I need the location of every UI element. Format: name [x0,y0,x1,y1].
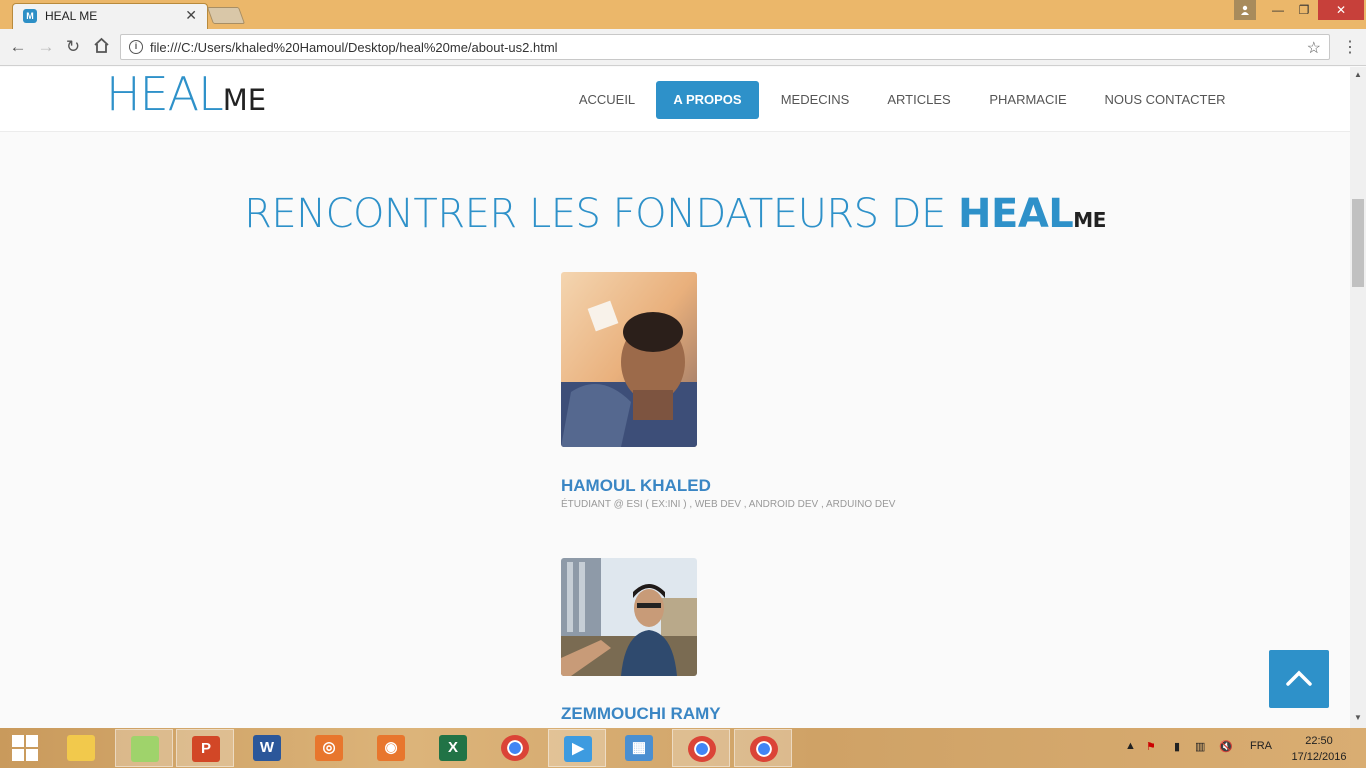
show-hidden-icons-icon[interactable]: ▲ [1125,740,1136,752]
minimize-window-icon[interactable]: — [1266,0,1290,20]
powerpoint-icon: P [192,736,220,762]
member-photo [561,558,697,676]
tab-close-icon[interactable]: ✕ [185,7,197,24]
chevron-up-icon [1286,670,1312,686]
scrollbar-thumb[interactable] [1352,199,1364,287]
taskbar-powerpoint[interactable]: P [176,729,234,767]
taskbar-chrome-active[interactable] [672,729,730,767]
network-icon[interactable]: ▥ [1195,740,1205,753]
scroll-down-arrow-icon[interactable]: ▼ [1354,713,1362,722]
taskbar-camera-app[interactable]: ◎ [300,729,358,767]
browser-toolbar: ← → ↻ i file:///C:/Users/khaled%20Hamoul… [0,29,1366,66]
windows-start-button[interactable] [0,729,50,767]
nav-item-pharmacie[interactable]: PHARMACIE [981,81,1075,119]
member-name: ZEMMOUCHI RAMY [561,704,721,723]
taskbar-file-explorer[interactable] [52,729,110,767]
clock-time: 22:50 [1305,735,1333,747]
taskbar-notes[interactable] [115,729,173,767]
info-icon[interactable]: i [129,40,143,54]
action-center-flag-icon[interactable]: ⚑ [1146,740,1156,753]
close-window-icon[interactable]: ✕ [1318,0,1364,20]
taskbar-chrome-second[interactable] [734,729,792,767]
camera-app-icon: ◎ [315,735,343,761]
home-icon[interactable] [91,37,111,57]
site-favicon-icon: M [23,9,37,23]
page-title: RENCONTRER LES FONDATEURS DE HEALME [0,191,1350,237]
system-clock[interactable]: 22:50 17/12/2016 [1286,733,1352,765]
windows-logo-icon [12,735,38,761]
windows-taskbar: P W ◎ ◉ X ▶ ▦ [0,728,1366,768]
nav-item-accueil[interactable]: ACCUEIL [568,81,646,119]
page-scrollbar[interactable]: ▲ ▼ [1350,67,1366,728]
input-language[interactable]: FRA [1250,740,1272,752]
member-name: HAMOUL KHALED [561,476,711,495]
clock-date: 17/12/2016 [1291,751,1347,763]
browser-tab-bar: M HEAL ME ✕ — ❐ ✕ [0,0,1366,29]
chrome-icon [750,736,778,762]
media-player-icon: ▶ [564,736,592,762]
member-photo [561,272,697,447]
new-tab-button[interactable] [206,7,246,24]
title-me: ME [1073,208,1106,232]
photo-camera-icon: ◉ [377,735,405,761]
logo-heal-text: HEAL [106,67,224,121]
restore-window-icon[interactable]: ❐ [1292,0,1316,20]
taskbar-excel[interactable]: X [424,729,482,767]
taskbar-control-panel[interactable]: ▦ [610,729,668,767]
taskbar-screenshot-app[interactable]: ◉ [362,729,420,767]
site-logo[interactable]: HEALME [106,67,266,121]
site-header: HEALME ACCUEIL A PROPOS MEDECINS ARTICLE… [0,67,1350,132]
chrome-icon [688,736,716,762]
title-heal: HEAL [958,191,1074,237]
nav-item-a-propos[interactable]: A PROPOS [656,81,759,119]
scroll-to-top-button[interactable] [1269,650,1329,708]
reload-icon[interactable]: ↻ [63,37,83,57]
volume-muted-icon[interactable]: 🔇 [1219,740,1233,753]
browser-tab[interactable]: M HEAL ME ✕ [12,3,208,29]
browser-menu-icon[interactable]: ⋮ [1342,37,1358,57]
address-bar[interactable]: i file:///C:/Users/khaled%20Hamoul/Deskt… [120,34,1330,60]
user-profile-icon[interactable] [1234,0,1256,20]
title-prefix: RENCONTRER LES FONDATEURS DE [244,191,959,237]
web-page: HEALME ACCUEIL A PROPOS MEDECINS ARTICLE… [0,67,1350,728]
taskbar-chrome[interactable] [486,729,544,767]
scroll-up-arrow-icon[interactable]: ▲ [1354,70,1362,79]
back-arrow-icon[interactable]: ← [8,37,28,57]
logo-me-text: ME [222,83,267,117]
nav-item-medecins[interactable]: MEDECINS [773,81,857,119]
tab-title: HEAL ME [45,9,98,23]
chrome-icon [501,735,529,761]
battery-icon[interactable]: ▮ [1174,740,1180,753]
url-text[interactable]: file:///C:/Users/khaled%20Hamoul/Desktop… [150,40,558,55]
nav-item-nous-contacter[interactable]: NOUS CONTACTER [1099,81,1231,119]
member-description: ÉTUDIANT @ ESI ( EX:INI ) , WEB DEV , AN… [561,499,896,510]
excel-icon: X [439,735,467,761]
taskbar-word[interactable]: W [238,729,296,767]
folder-icon [67,735,95,761]
forward-arrow-icon[interactable]: → [36,37,56,57]
taskbar-media-player[interactable]: ▶ [548,729,606,767]
word-icon: W [253,735,281,761]
sticky-notes-icon [131,736,159,762]
control-panel-icon: ▦ [625,735,653,761]
bookmark-star-icon[interactable]: ☆ [1307,38,1321,58]
nav-item-articles[interactable]: ARTICLES [881,81,957,119]
